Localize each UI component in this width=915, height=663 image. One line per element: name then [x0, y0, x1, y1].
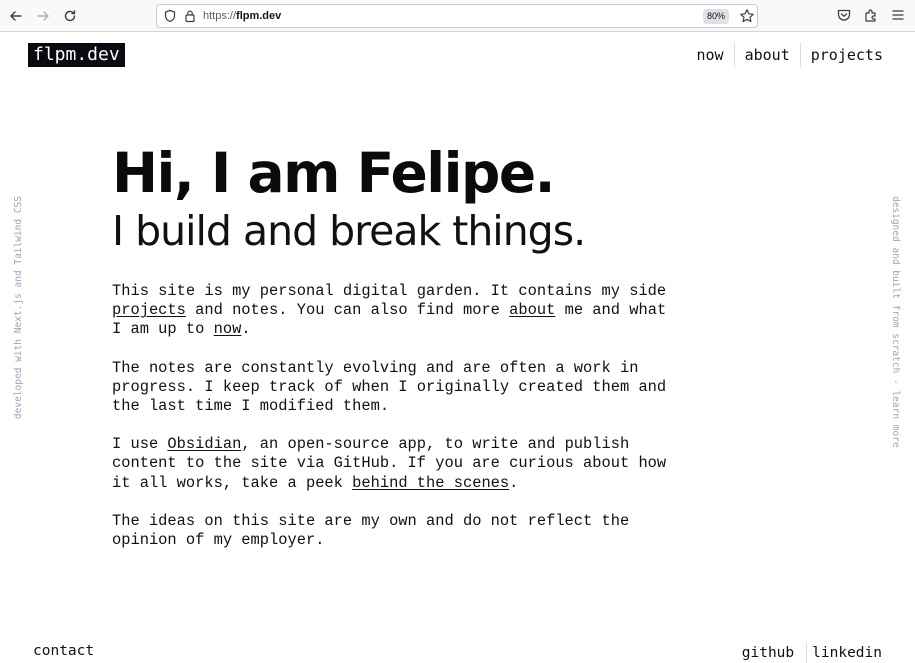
url-bar[interactable]: https://flpm.dev 80%: [156, 4, 758, 28]
contact-link[interactable]: contact: [33, 643, 94, 659]
nav-link-projects[interactable]: projects: [799, 43, 895, 67]
intro-paragraph-3: I use Obsidian, an open-source app, to w…: [112, 435, 672, 493]
projects-link[interactable]: projects: [112, 301, 186, 319]
url-domain: flpm.dev: [236, 10, 282, 22]
now-link[interactable]: now: [214, 320, 242, 338]
text-span: .: [241, 320, 251, 339]
nav-link-about[interactable]: about: [733, 43, 800, 67]
intro-paragraph-1: This site is my personal digital garden.…: [112, 282, 672, 340]
browser-toolbar: https://flpm.dev 80%: [0, 0, 915, 32]
intro-paragraph-4: The ideas on this site are my own and do…: [112, 511, 630, 550]
star-icon[interactable]: [739, 8, 755, 29]
back-arrow-icon[interactable]: [8, 8, 24, 24]
lock-icon[interactable]: [183, 9, 197, 28]
hero-subtitle: I build and break things.: [112, 207, 586, 255]
zoom-level-badge[interactable]: 80%: [703, 9, 729, 24]
text-span: This site is my personal digital garden.…: [112, 282, 667, 300]
linkedin-link[interactable]: linkedin: [806, 643, 895, 663]
about-link[interactable]: about: [509, 301, 555, 319]
url-text[interactable]: https://flpm.dev: [203, 9, 281, 23]
text-span: .: [509, 473, 519, 492]
site-logo[interactable]: flpm.dev: [28, 43, 125, 67]
behind-the-scenes-link[interactable]: behind the scenes: [352, 474, 509, 492]
intro-paragraph-2: The notes are constantly evolving and ar…: [112, 358, 667, 416]
text-span: I use: [112, 435, 168, 454]
shield-icon[interactable]: [163, 9, 177, 28]
top-nav: now about projects: [687, 43, 896, 67]
obsidian-link[interactable]: Obsidian: [167, 435, 241, 453]
side-note-left: developed with Next.js and Tailwind CSS: [13, 196, 24, 420]
side-note-right[interactable]: designed and built from scratch - learn …: [890, 196, 901, 448]
github-link[interactable]: github: [736, 643, 806, 663]
menu-icon[interactable]: [890, 7, 906, 28]
nav-link-now[interactable]: now: [687, 43, 734, 67]
hero-title: Hi, I am Felipe.: [112, 141, 556, 205]
hero: Hi, I am Felipe. I build and break thing…: [112, 140, 586, 256]
footer-social-links: github linkedin: [736, 643, 895, 663]
url-prefix: https://: [203, 10, 237, 22]
text-span: and notes. You can also find more: [185, 301, 510, 320]
pocket-icon[interactable]: [836, 7, 852, 28]
extensions-icon[interactable]: [863, 7, 879, 28]
reload-icon[interactable]: [62, 8, 78, 24]
intro-text: This site is my personal digital garden.…: [112, 282, 672, 569]
forward-arrow-icon[interactable]: [35, 8, 51, 24]
